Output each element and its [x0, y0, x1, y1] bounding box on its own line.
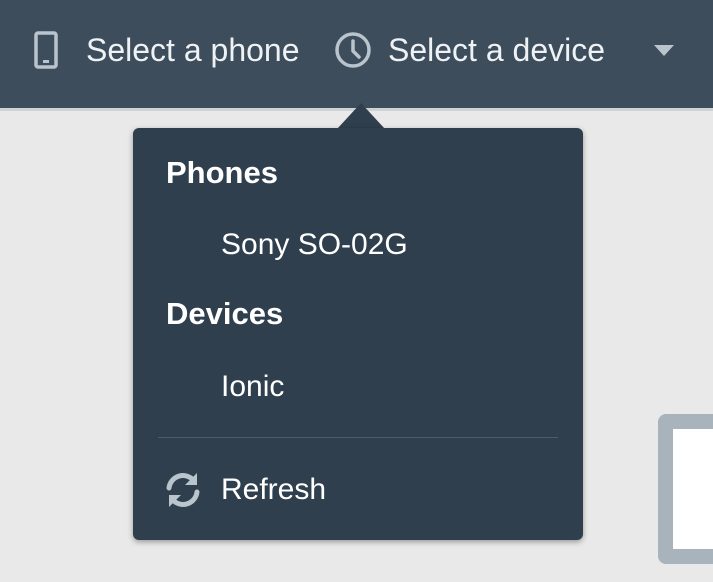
- chevron-down-icon[interactable]: [652, 42, 676, 58]
- device-selector-bar: Select a phone Select a device: [0, 0, 713, 110]
- option-sony-so-02g[interactable]: Sony SO-02G: [221, 228, 408, 262]
- group-title-phones: Phones: [166, 155, 278, 190]
- device-dropdown-menu: Phones Sony SO-02G Devices Ionic Refresh: [133, 128, 583, 540]
- group-title-devices: Devices: [166, 296, 284, 331]
- refresh-icon: [161, 468, 205, 512]
- menu-divider: [158, 437, 558, 438]
- popover-arrow: [337, 103, 385, 129]
- phone-selector-label: Select a phone: [86, 31, 300, 68]
- device-preview-frame: [658, 414, 713, 564]
- device-selector[interactable]: Select a device: [334, 0, 605, 100]
- refresh-button[interactable]: Refresh: [161, 468, 326, 512]
- clock-icon: [334, 31, 372, 69]
- option-ionic[interactable]: Ionic: [221, 370, 284, 404]
- phone-icon: [34, 31, 58, 69]
- device-selector-label: Select a device: [388, 31, 606, 68]
- refresh-label: Refresh: [221, 473, 327, 506]
- phone-selector[interactable]: Select a phone: [34, 0, 300, 100]
